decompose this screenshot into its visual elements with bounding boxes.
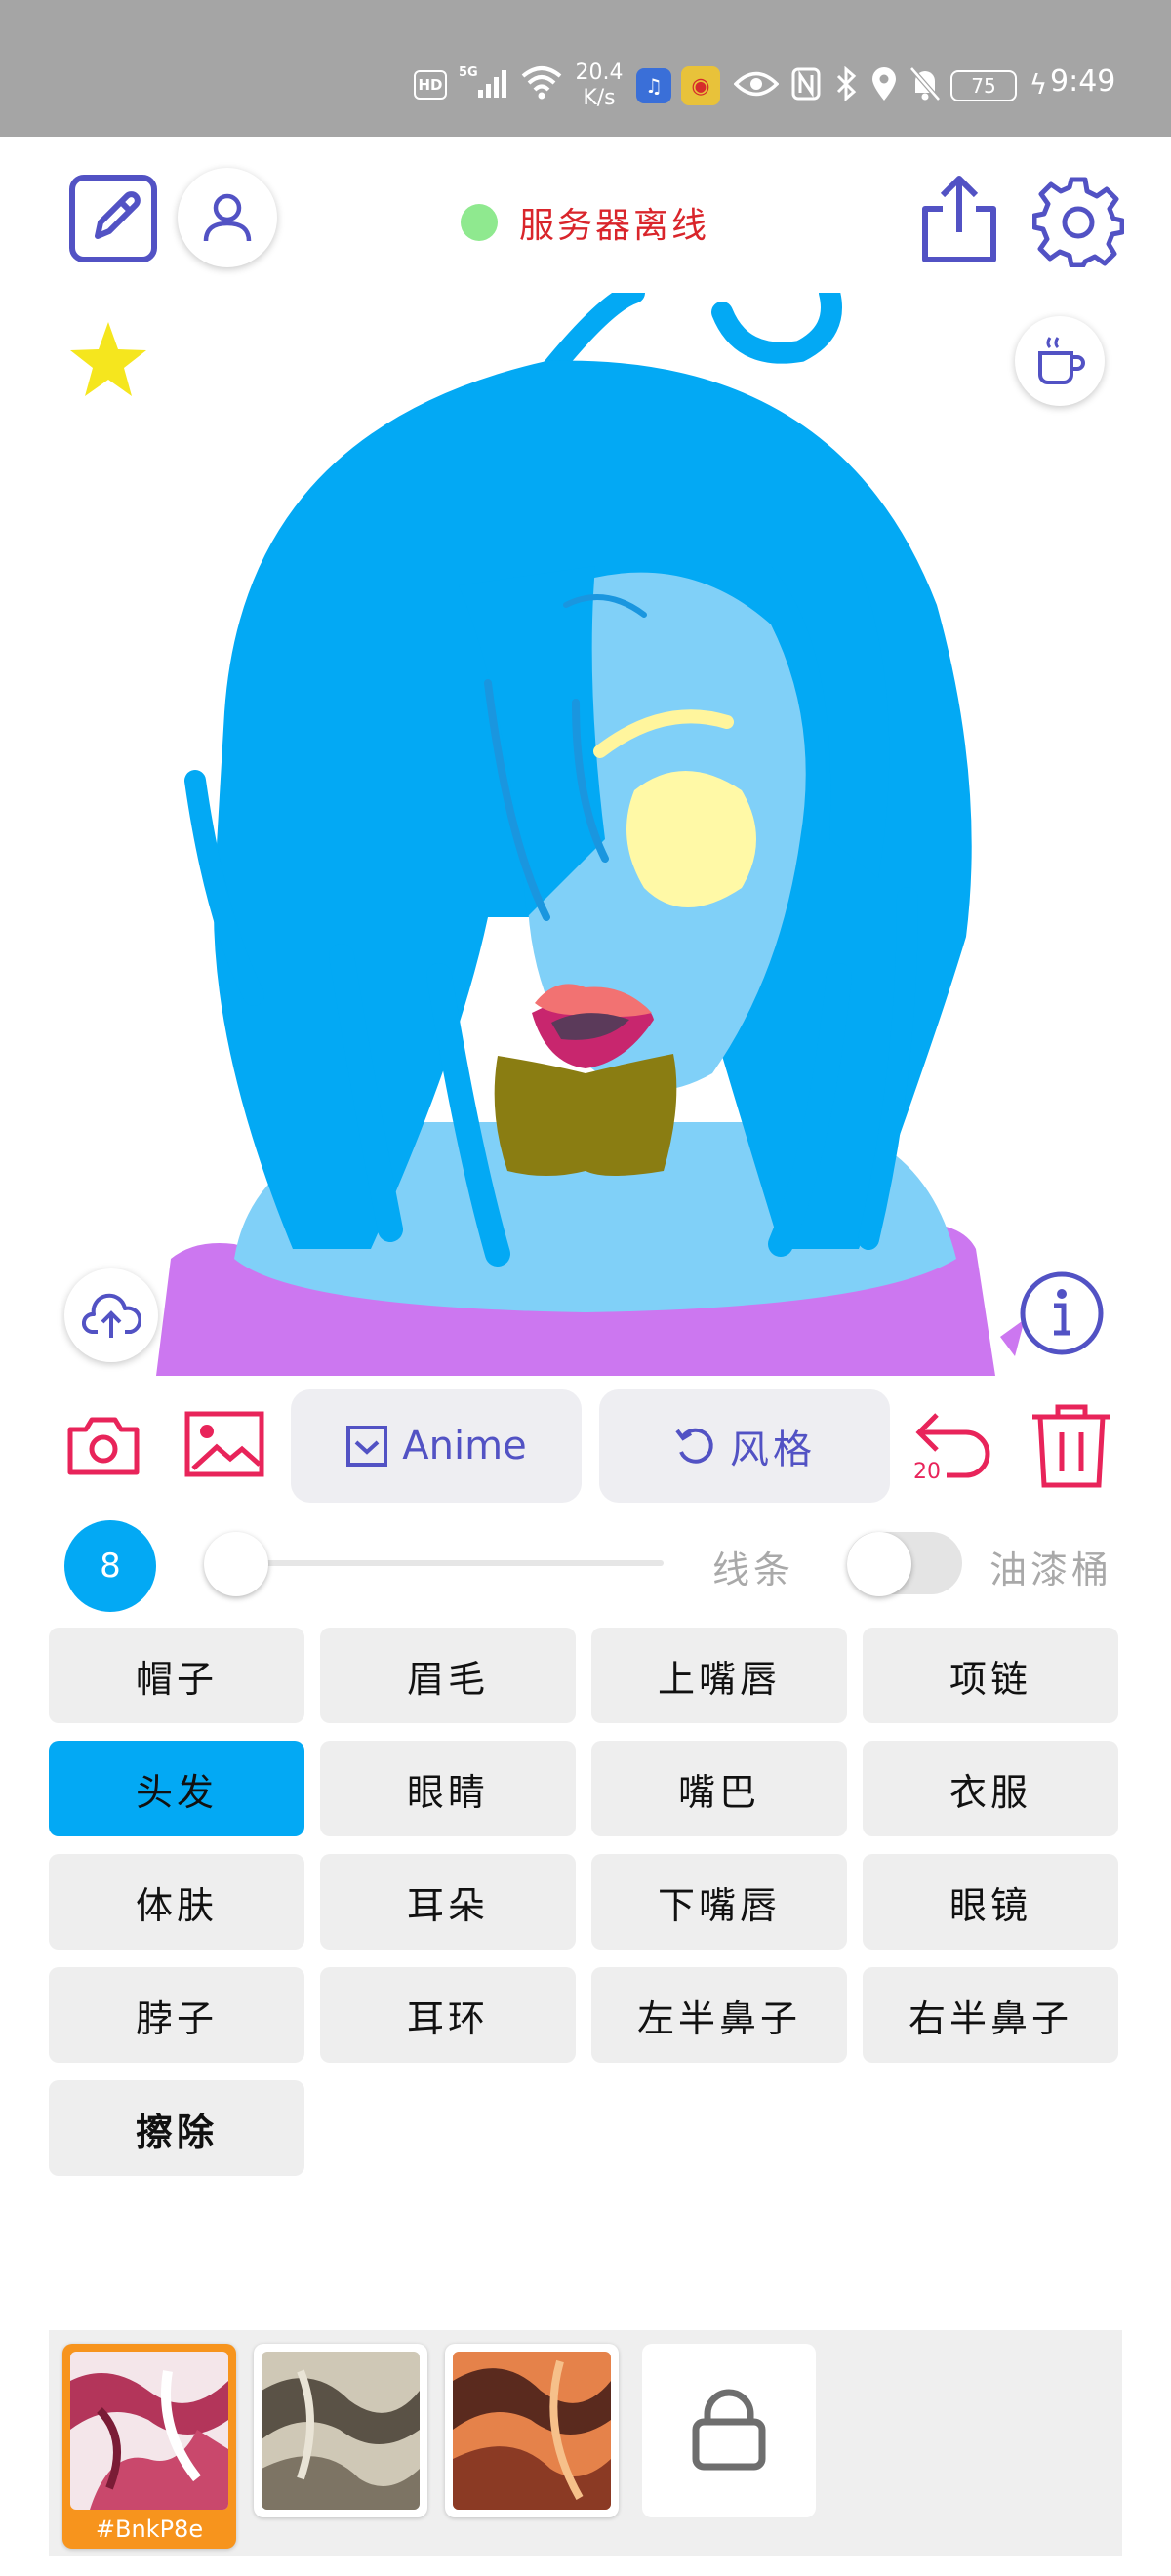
anime-sketch-drawing — [156, 293, 1025, 1376]
style-button[interactable]: 风格 — [599, 1389, 890, 1503]
server-status: 服务器离线 — [461, 197, 709, 248]
profile-button[interactable] — [178, 168, 277, 267]
clock: 9:49 — [1050, 64, 1116, 99]
drawing-canvas[interactable] — [0, 293, 1171, 1376]
shopping-bag-icon — [692, 2389, 766, 2471]
part-button[interactable]: 擦除 — [49, 2080, 304, 2176]
anime-label: Anime — [402, 1424, 527, 1469]
toggle-knob — [847, 1532, 911, 1596]
style-thumbnail-selected[interactable]: #BnkP8e — [62, 2344, 236, 2549]
signal-icon: 5G — [459, 62, 515, 101]
hd-indicator: HD — [414, 70, 447, 100]
anime-model-button[interactable]: Anime — [291, 1389, 582, 1503]
part-button[interactable]: 下嘴唇 — [591, 1854, 847, 1950]
part-button[interactable]: 上嘴唇 — [591, 1628, 847, 1723]
part-selector-grid: 帽子 眉毛 上嘴唇 项链头发 眼睛 嘴巴 衣服体肤 耳朵 下嘴唇 眼镜脖子 耳环 左半鼻子 右半鼻子擦除 — [49, 1628, 1122, 2176]
battery-indicator: 75 — [950, 70, 1017, 101]
status-bar: HD 5G 20.4 K/s ♫ ◉ 75 ϟ 9:49 — [0, 0, 1171, 137]
share-button[interactable] — [917, 174, 1001, 265]
mute-bell-icon — [908, 64, 943, 103]
refresh-icon — [675, 1428, 713, 1464]
paint-bucket-label: 油漆桶 — [989, 1549, 1113, 1591]
part-button[interactable]: 头发 — [49, 1741, 304, 1836]
part-button[interactable]: 右半鼻子 — [863, 1967, 1118, 2063]
style-label: 风格 — [730, 1428, 816, 1472]
camera-icon — [67, 1417, 140, 1475]
server-status-dot — [461, 204, 498, 241]
clear-button[interactable] — [1027, 1401, 1116, 1491]
checkbox-icon — [346, 1426, 388, 1467]
part-button[interactable]: 体肤 — [49, 1854, 304, 1950]
eye-comfort-icon — [734, 64, 779, 103]
gallery-button[interactable] — [183, 1405, 265, 1483]
style-code: #BnkP8e — [95, 2516, 204, 2543]
part-button[interactable]: 眼睛 — [320, 1741, 576, 1836]
charging-icon: ϟ — [1029, 67, 1048, 101]
coffee-cup-icon — [1038, 337, 1085, 384]
fill-mode-toggle[interactable] — [847, 1532, 962, 1596]
location-icon — [868, 64, 900, 103]
part-button[interactable]: 耳朵 — [320, 1854, 576, 1950]
network-type-label: 5G — [459, 65, 478, 80]
part-button[interactable]: 眉毛 — [320, 1628, 576, 1723]
part-button[interactable]: 耳环 — [320, 1967, 576, 2063]
weibo-app-icon: ◉ — [681, 66, 720, 105]
cloud-upload-icon — [82, 1293, 141, 1338]
camera-button[interactable] — [64, 1405, 142, 1483]
image-icon — [184, 1411, 264, 1477]
info-button[interactable] — [1015, 1267, 1109, 1360]
style-preview-image — [453, 2352, 611, 2510]
edit-icon — [69, 175, 157, 262]
server-status-text: 服务器离线 — [519, 206, 710, 246]
part-button[interactable]: 眼镜 — [863, 1854, 1118, 1950]
part-button[interactable]: 左半鼻子 — [591, 1967, 847, 2063]
share-icon — [922, 176, 996, 262]
favorite-button[interactable] — [66, 318, 150, 402]
part-button[interactable]: 嘴巴 — [591, 1741, 847, 1836]
wifi-icon — [519, 62, 564, 101]
undo-count: 20 — [913, 1460, 941, 1484]
part-button[interactable]: 脖子 — [49, 1967, 304, 2063]
speed-value: 20.4 — [575, 60, 624, 85]
style-preview-image — [70, 2352, 228, 2510]
trash-icon — [1032, 1404, 1110, 1488]
style-store-button[interactable] — [642, 2344, 816, 2517]
part-button[interactable]: 帽子 — [49, 1628, 304, 1723]
style-thumbnail[interactable] — [445, 2344, 619, 2517]
network-speed: 20.4 K/s — [570, 60, 628, 111]
part-button[interactable]: 项链 — [863, 1628, 1118, 1723]
edit-button[interactable] — [68, 174, 158, 263]
line-mode-label: 线条 — [712, 1549, 795, 1591]
settings-button[interactable] — [1032, 176, 1124, 267]
style-thumbnail-strip: #BnkP8e — [49, 2330, 1122, 2556]
upload-button[interactable] — [64, 1268, 158, 1362]
style-preview-image — [262, 2352, 420, 2510]
donate-button[interactable] — [1015, 316, 1105, 406]
slider-thumb[interactable] — [203, 1532, 268, 1596]
brush-size-slider[interactable] — [205, 1560, 664, 1566]
speed-unit: K/s — [583, 86, 616, 110]
user-icon — [203, 193, 252, 242]
brush-size-indicator[interactable]: 8 — [64, 1520, 156, 1612]
gear-icon — [1032, 177, 1124, 267]
bluetooth-icon — [831, 64, 861, 103]
music-app-icon: ♫ — [636, 68, 671, 103]
part-button[interactable]: 衣服 — [863, 1741, 1118, 1836]
nfc-icon — [788, 64, 824, 103]
star-icon — [70, 322, 146, 396]
style-thumbnail[interactable] — [254, 2344, 427, 2517]
info-icon — [1020, 1271, 1104, 1355]
